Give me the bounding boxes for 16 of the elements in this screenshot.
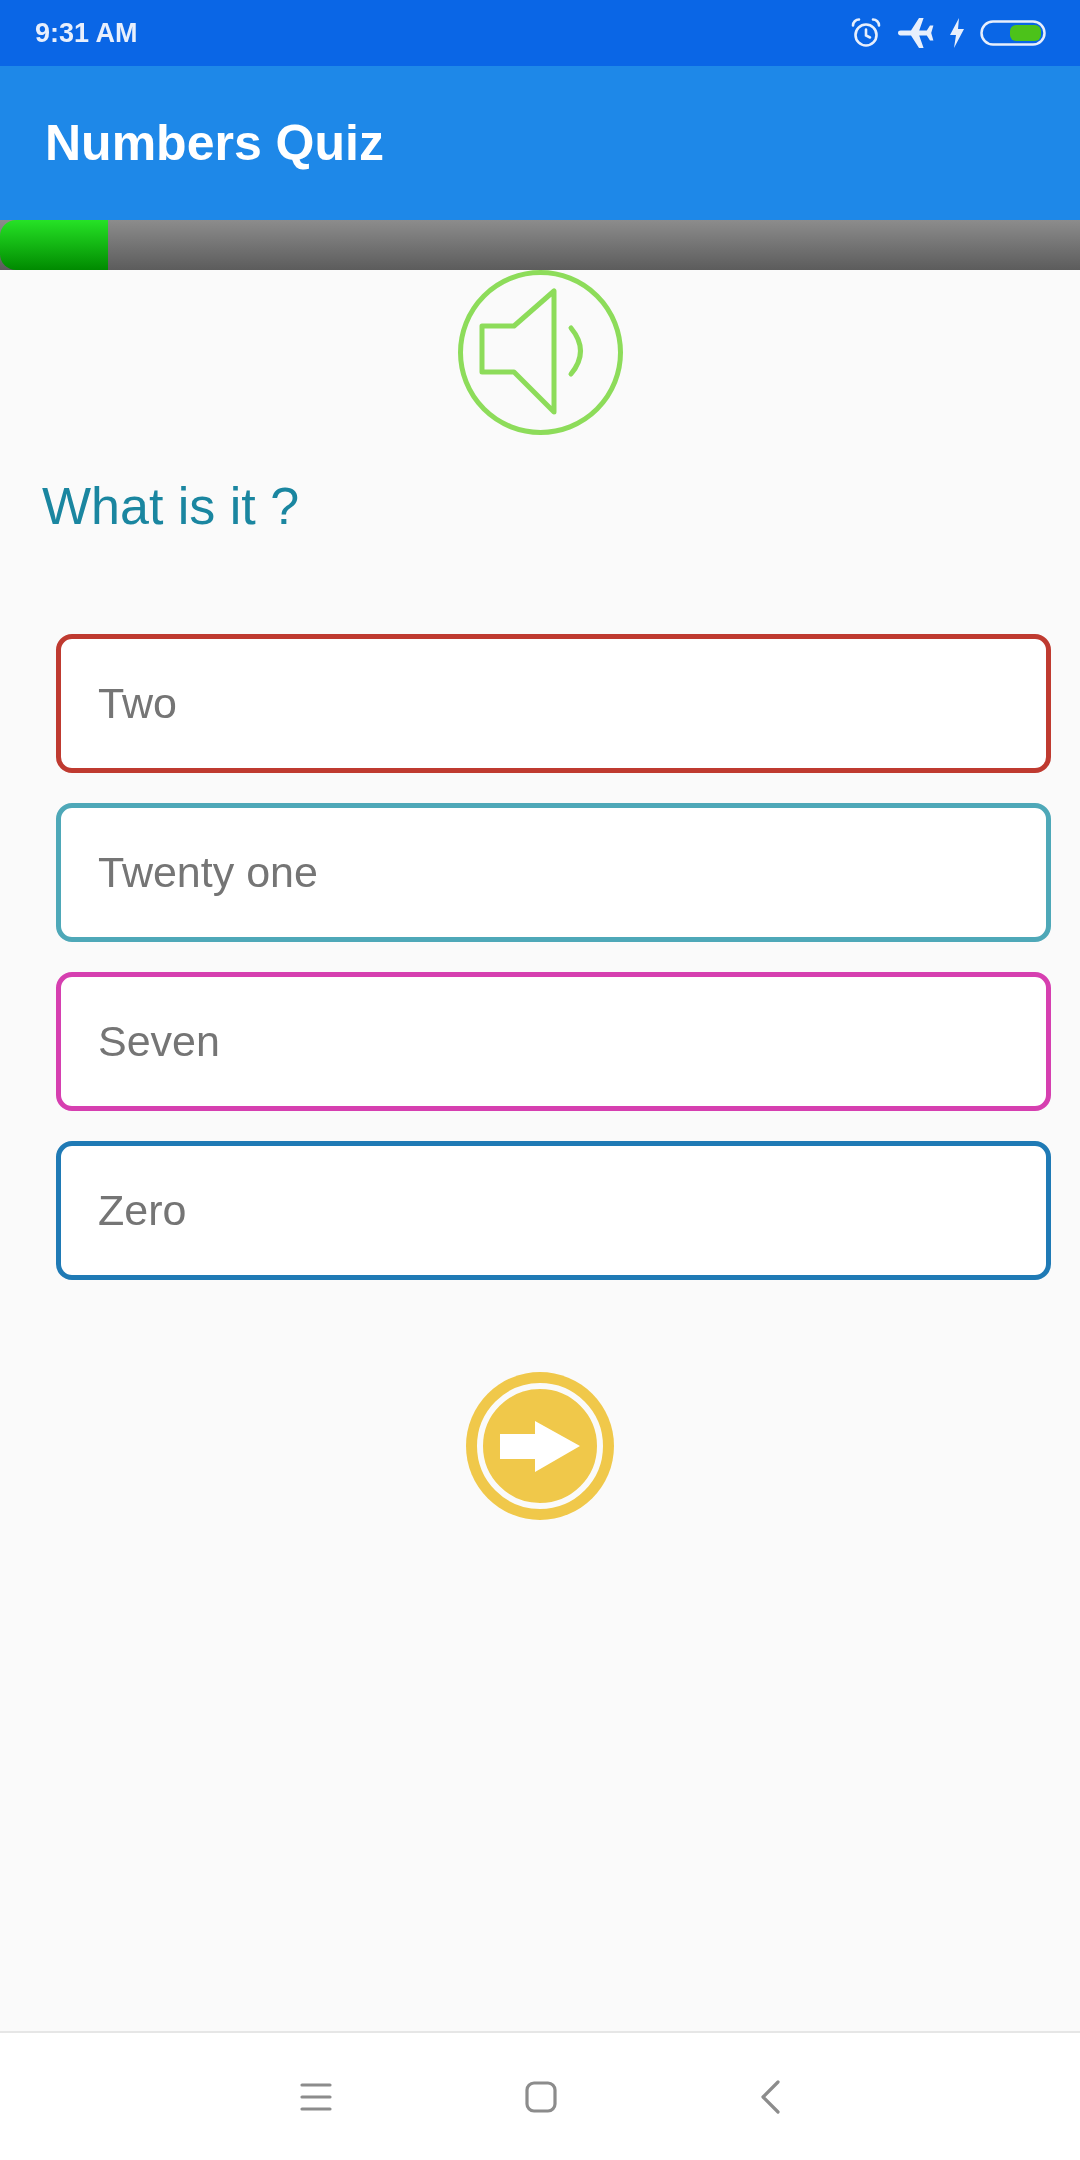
battery-icon	[980, 20, 1046, 46]
menu-icon[interactable]	[300, 2082, 332, 2111]
question-prompt: What is it ?	[42, 476, 301, 537]
charging-bolt-icon	[950, 18, 964, 48]
arrow-right-icon	[466, 1372, 614, 1521]
app-title: Numbers Quiz	[45, 114, 384, 173]
answer-option[interactable]: Twenty one	[56, 803, 1051, 943]
speaker-icon	[457, 270, 623, 435]
home-square-icon[interactable]	[525, 2080, 557, 2113]
status-time: 9:31 AM	[35, 19, 138, 47]
back-icon[interactable]	[761, 2079, 780, 2114]
airplane-icon	[898, 17, 934, 49]
alarm-clock-icon	[850, 17, 882, 49]
answer-option[interactable]: Seven	[56, 972, 1051, 1112]
answer-option[interactable]: Two	[56, 634, 1051, 774]
answer-option[interactable]: Zero	[56, 1141, 1051, 1281]
